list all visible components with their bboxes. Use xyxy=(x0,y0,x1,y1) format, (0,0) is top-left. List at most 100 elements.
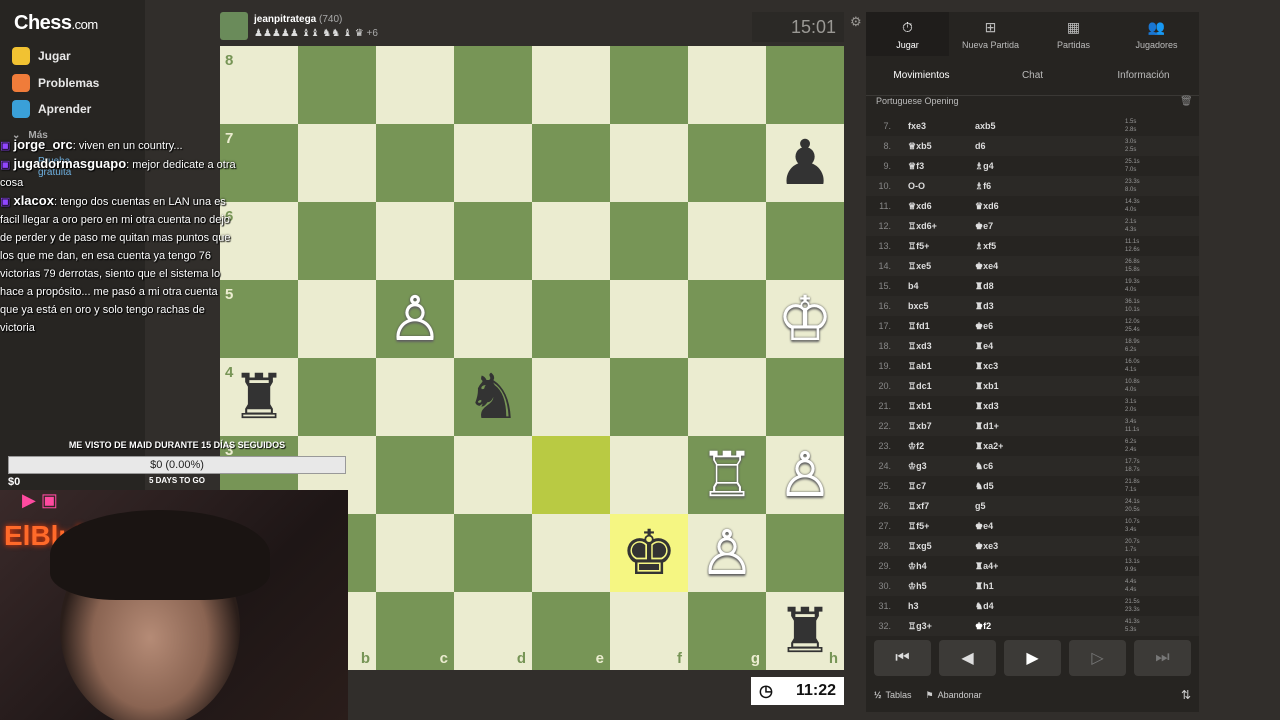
square-f2[interactable]: ♚ xyxy=(610,514,688,592)
square-d2[interactable] xyxy=(454,514,532,592)
black-move[interactable]: ♞d5 xyxy=(975,481,1125,492)
white-move[interactable]: ♖c7 xyxy=(908,481,975,492)
square-h3[interactable]: ♙ xyxy=(766,436,844,514)
white-move[interactable]: ♖xb1 xyxy=(908,401,975,412)
square-h6[interactable] xyxy=(766,202,844,280)
sidebar-item-learn[interactable]: Aprender xyxy=(12,98,91,120)
trash-icon[interactable]: 🗑 xyxy=(1180,96,1193,107)
black-move[interactable]: d6 xyxy=(975,141,1125,151)
square-g6[interactable] xyxy=(688,202,766,280)
tab-moves[interactable]: Movimientos xyxy=(866,56,977,95)
square-d6[interactable] xyxy=(454,202,532,280)
black-move[interactable]: ♚xe4 xyxy=(975,261,1125,272)
square-d5[interactable] xyxy=(454,280,532,358)
square-b5[interactable] xyxy=(298,280,376,358)
white-move[interactable]: ♖xg5 xyxy=(908,541,975,552)
chess-piece[interactable]: ♜ xyxy=(231,366,287,428)
avatar[interactable] xyxy=(220,12,248,40)
last-move-button[interactable]: ⏭ xyxy=(1134,640,1191,676)
chess-piece[interactable]: ♚ xyxy=(621,522,677,584)
chess-piece[interactable]: ♜ xyxy=(777,600,833,662)
white-move[interactable]: ♔h5 xyxy=(908,581,975,592)
white-move[interactable]: ♕xd6 xyxy=(908,201,975,212)
square-a8[interactable]: 8 xyxy=(220,46,298,124)
square-b8[interactable] xyxy=(298,46,376,124)
square-e2[interactable] xyxy=(532,514,610,592)
opening-name[interactable]: Portuguese Opening xyxy=(876,96,959,106)
square-d8[interactable] xyxy=(454,46,532,124)
white-move[interactable]: ♖dc1 xyxy=(908,381,975,392)
white-move[interactable]: ♖xd3 xyxy=(908,341,975,352)
tab-players[interactable]: 👥 Jugadores xyxy=(1115,12,1198,56)
black-move[interactable]: ♜a4+ xyxy=(975,561,1125,572)
square-f1[interactable]: f xyxy=(610,592,688,670)
white-move[interactable]: b4 xyxy=(908,281,975,291)
black-move[interactable]: ♗f6 xyxy=(975,181,1125,192)
square-f4[interactable] xyxy=(610,358,688,436)
flip-board-icon[interactable]: ⇅ xyxy=(1181,688,1191,702)
square-g2[interactable]: ♙ xyxy=(688,514,766,592)
white-move[interactable]: ♖f5+ xyxy=(908,521,975,532)
chess-piece[interactable]: ♔ xyxy=(777,288,833,350)
tab-play[interactable]: ⏱ Jugar xyxy=(866,12,949,56)
square-h4[interactable] xyxy=(766,358,844,436)
square-e8[interactable] xyxy=(532,46,610,124)
chess-piece[interactable]: ♟ xyxy=(777,132,833,194)
black-move[interactable]: axb5 xyxy=(975,121,1125,131)
square-c2[interactable] xyxy=(376,514,454,592)
black-move[interactable]: ♚f2 xyxy=(975,621,1125,632)
square-g3[interactable]: ♖ xyxy=(688,436,766,514)
white-move[interactable]: ♔f2 xyxy=(908,441,975,452)
square-e4[interactable] xyxy=(532,358,610,436)
white-move[interactable]: ♖xd6+ xyxy=(908,221,975,232)
player-name[interactable]: jeanpitratega xyxy=(254,14,316,25)
black-move[interactable]: ♜e4 xyxy=(975,341,1125,352)
first-move-button[interactable]: ⏮ xyxy=(874,640,931,676)
black-move[interactable]: ♚e6 xyxy=(975,321,1125,332)
square-e5[interactable] xyxy=(532,280,610,358)
white-move[interactable]: ♕xb5 xyxy=(908,141,975,152)
black-move[interactable]: g5 xyxy=(975,501,1125,511)
square-e1[interactable]: e xyxy=(532,592,610,670)
square-g4[interactable] xyxy=(688,358,766,436)
square-d3[interactable] xyxy=(454,436,532,514)
tab-new-game[interactable]: ⊞ Nueva Partida xyxy=(949,12,1032,56)
square-f7[interactable] xyxy=(610,124,688,202)
chess-piece[interactable]: ♖ xyxy=(699,444,755,506)
white-move[interactable]: ♖g3+ xyxy=(908,621,975,632)
white-move[interactable]: O-O xyxy=(908,181,975,191)
square-g7[interactable] xyxy=(688,124,766,202)
black-move[interactable]: ♚xe3 xyxy=(975,541,1125,552)
black-move[interactable]: ♜xd3 xyxy=(975,401,1125,412)
black-move[interactable]: ♚e7 xyxy=(975,221,1125,232)
square-d7[interactable] xyxy=(454,124,532,202)
black-move[interactable]: ♗xf5 xyxy=(975,241,1125,252)
play-button[interactable]: ▶ xyxy=(1004,640,1061,676)
square-b4[interactable] xyxy=(298,358,376,436)
square-f5[interactable] xyxy=(610,280,688,358)
square-g8[interactable] xyxy=(688,46,766,124)
square-c4[interactable] xyxy=(376,358,454,436)
black-move[interactable]: ♞d4 xyxy=(975,601,1125,612)
next-move-button[interactable]: ▷ xyxy=(1069,640,1126,676)
white-move[interactable]: ♕f3 xyxy=(908,161,975,172)
square-h5[interactable]: ♔ xyxy=(766,280,844,358)
black-move[interactable]: ♜xb1 xyxy=(975,381,1125,392)
square-d1[interactable]: d xyxy=(454,592,532,670)
square-b6[interactable] xyxy=(298,202,376,280)
white-move[interactable]: ♖xf7 xyxy=(908,501,975,512)
square-a4[interactable]: 4 ♜ xyxy=(220,358,298,436)
square-h2[interactable] xyxy=(766,514,844,592)
square-g5[interactable] xyxy=(688,280,766,358)
square-e7[interactable] xyxy=(532,124,610,202)
chess-piece[interactable]: ♙ xyxy=(699,522,755,584)
tab-chat[interactable]: Chat xyxy=(977,56,1088,95)
gear-icon[interactable]: ⚙ xyxy=(850,14,862,30)
square-f3[interactable] xyxy=(610,436,688,514)
resign-button[interactable]: Abandonar xyxy=(938,690,982,700)
black-move[interactable]: ♞c6 xyxy=(975,461,1125,472)
white-move[interactable]: ♖xb7 xyxy=(908,421,975,432)
black-move[interactable]: ♛xd6 xyxy=(975,201,1125,212)
draw-button[interactable]: Tablas xyxy=(886,690,912,700)
square-b7[interactable] xyxy=(298,124,376,202)
